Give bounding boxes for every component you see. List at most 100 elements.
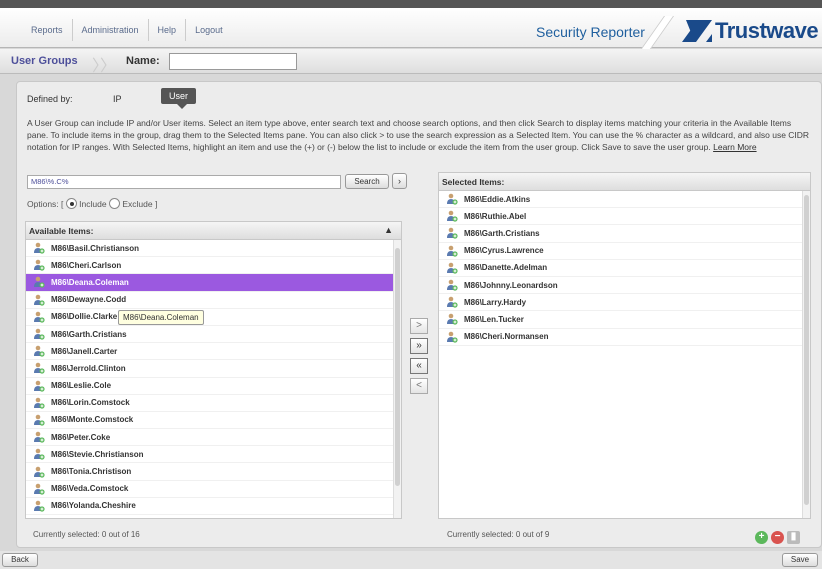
- exclude-radio[interactable]: [108, 198, 120, 210]
- list-item[interactable]: M86\Basil.Christianson: [26, 240, 401, 258]
- list-item-label: M86\Cheri.Normansen: [464, 332, 549, 342]
- list-item-label: M86\Garth.Cristians: [51, 329, 127, 339]
- move-right-button[interactable]: >: [410, 318, 428, 334]
- user-icon: [447, 331, 458, 343]
- add-expression-button[interactable]: ›: [392, 173, 407, 189]
- user-icon: [34, 397, 45, 409]
- move-left-button[interactable]: <: [410, 378, 428, 394]
- list-item-label: M86\Cyrus.Lawrence: [464, 246, 544, 256]
- list-item[interactable]: M86\Jerrold.Clinton: [26, 360, 401, 378]
- type-user-button[interactable]: User: [161, 88, 197, 109]
- breadcrumb-section[interactable]: User Groups: [11, 55, 78, 67]
- selected-scrollbar[interactable]: [802, 191, 810, 518]
- list-item[interactable]: M86\Dewayne.Codd: [26, 292, 401, 309]
- list-item[interactable]: M86\Leslie.Cole: [26, 378, 401, 395]
- nav-logout[interactable]: Logout: [186, 19, 232, 41]
- user-icon: [34, 328, 45, 340]
- user-icon: [34, 500, 45, 512]
- save-button[interactable]: Save: [782, 553, 818, 567]
- top-bar: Reports Administration Help Logout Secur…: [0, 0, 822, 56]
- list-item[interactable]: M86\Eddie.Atkins: [439, 191, 810, 209]
- nav-help[interactable]: Help: [149, 19, 187, 41]
- chevron-right-icon: ›: [398, 176, 401, 186]
- available-items-header[interactable]: Available Items: ▲: [26, 222, 401, 240]
- list-item-label: M86\Dollie.Clarke: [51, 312, 118, 322]
- search-button[interactable]: Search: [345, 174, 389, 189]
- list-item[interactable]: M86\Cheri.Normansen: [439, 329, 810, 346]
- list-item-label: M86\Cheri.Carlson: [51, 260, 122, 270]
- list-item[interactable]: M86\Cyrus.Lawrence: [439, 243, 810, 260]
- include-radio[interactable]: [65, 198, 77, 210]
- chevron-right-icon: 〉〉: [92, 58, 117, 75]
- move-all-left-button[interactable]: «: [410, 358, 428, 374]
- include-plus-icon[interactable]: +: [755, 531, 768, 544]
- selected-items-header: Selected Items:: [439, 173, 810, 191]
- name-label: Name:: [126, 55, 160, 67]
- user-icon: [34, 277, 45, 289]
- type-ip-button[interactable]: IP: [113, 94, 122, 104]
- list-item[interactable]: M86\Veda.Comstock: [26, 481, 401, 498]
- user-icon: [34, 311, 45, 323]
- list-item-label: M86\Ruthie.Abel: [464, 211, 527, 221]
- chevron-left-icon: <: [416, 380, 422, 391]
- list-item[interactable]: M86\Dollie.Clarke: [26, 309, 401, 326]
- exclude-minus-icon[interactable]: −: [771, 531, 784, 544]
- nav-reports[interactable]: Reports: [22, 19, 73, 41]
- list-item-label: M86\Janell.Carter: [51, 346, 118, 356]
- list-item[interactable]: M86\Monte.Comstock: [26, 412, 401, 430]
- description-text: A User Group can include IP and/or User …: [27, 117, 812, 153]
- list-item[interactable]: M86\Yolanda.Cheshire: [26, 498, 401, 515]
- list-item[interactable]: M86\Tonia.Christison: [26, 463, 401, 481]
- list-item[interactable]: M86\Garth.Cristians: [439, 225, 810, 243]
- product-name: Security Reporter: [536, 24, 645, 40]
- delete-trash-icon[interactable]: ▮: [787, 531, 800, 544]
- user-icon: [447, 262, 458, 274]
- options-bracket-open: [: [61, 198, 64, 209]
- list-item-label: M86\Basil.Christianson: [51, 243, 140, 253]
- available-scroll-thumb[interactable]: [395, 248, 400, 486]
- list-item[interactable]: M86\Deana.Coleman: [26, 274, 401, 292]
- user-icon: [34, 345, 45, 357]
- list-item[interactable]: M86\Lorin.Comstock: [26, 395, 401, 412]
- bottom-bar: Back Save: [0, 551, 822, 569]
- group-name-input[interactable]: [169, 53, 297, 70]
- defined-by-label: Defined by:: [27, 94, 73, 104]
- user-icon: [447, 296, 458, 308]
- user-icon: [34, 242, 45, 254]
- list-item[interactable]: M86\Johnny.Leonardson: [439, 277, 810, 295]
- list-item[interactable]: M86\Garth.Cristians: [26, 326, 401, 344]
- brand-name: Trustwave: [715, 18, 819, 43]
- user-icon: [447, 228, 458, 240]
- list-item[interactable]: M86\Larry.Hardy: [439, 294, 810, 312]
- list-item-label: M86\Larry.Hardy: [464, 297, 527, 307]
- main-nav: Reports Administration Help Logout: [22, 19, 232, 41]
- list-item[interactable]: M86\Len.Tucker: [439, 311, 810, 329]
- list-item-label: M86\Dewayne.Codd: [51, 295, 127, 305]
- sort-up-icon[interactable]: ▲: [384, 225, 393, 235]
- selected-items-title: Selected Items:: [442, 177, 505, 187]
- selected-scroll-thumb[interactable]: [804, 195, 809, 505]
- list-item[interactable]: M86\Danette.Adelman: [439, 260, 810, 277]
- back-button[interactable]: Back: [2, 553, 38, 567]
- move-all-right-button[interactable]: »: [410, 338, 428, 354]
- available-items-list: Available Items: ▲ M86\Basil.Christianso…: [25, 221, 402, 519]
- list-item[interactable]: M86\Janell.Carter: [26, 343, 401, 361]
- list-item[interactable]: M86\Ruthie.Abel: [439, 208, 810, 226]
- search-input[interactable]: M86\%.C%: [27, 175, 341, 189]
- breadcrumb: User Groups 〉〉 Name:: [0, 49, 822, 75]
- learn-more-link[interactable]: Learn More: [713, 142, 756, 152]
- nav-administration[interactable]: Administration: [73, 19, 149, 41]
- list-item[interactable]: M86\Cheri.Carlson: [26, 257, 401, 275]
- user-icon: [34, 380, 45, 392]
- double-chevron-left-icon: «: [416, 360, 422, 371]
- list-item-label: M86\Deana.Coleman: [51, 277, 129, 287]
- list-item-label: M86\Danette.Adelman: [464, 263, 548, 273]
- selected-item-actions: + − ▮: [755, 531, 800, 544]
- list-item[interactable]: M86\Stevie.Christianson: [26, 446, 401, 464]
- list-item[interactable]: M86\Peter.Coke: [26, 429, 401, 447]
- user-icon: [447, 245, 458, 257]
- selected-items-list: Selected Items: M86\Eddie.Atkins M86\Ruth…: [438, 172, 811, 519]
- options-bracket-close: ]: [154, 198, 158, 209]
- double-chevron-right-icon: »: [416, 340, 422, 351]
- available-scrollbar[interactable]: [393, 240, 401, 518]
